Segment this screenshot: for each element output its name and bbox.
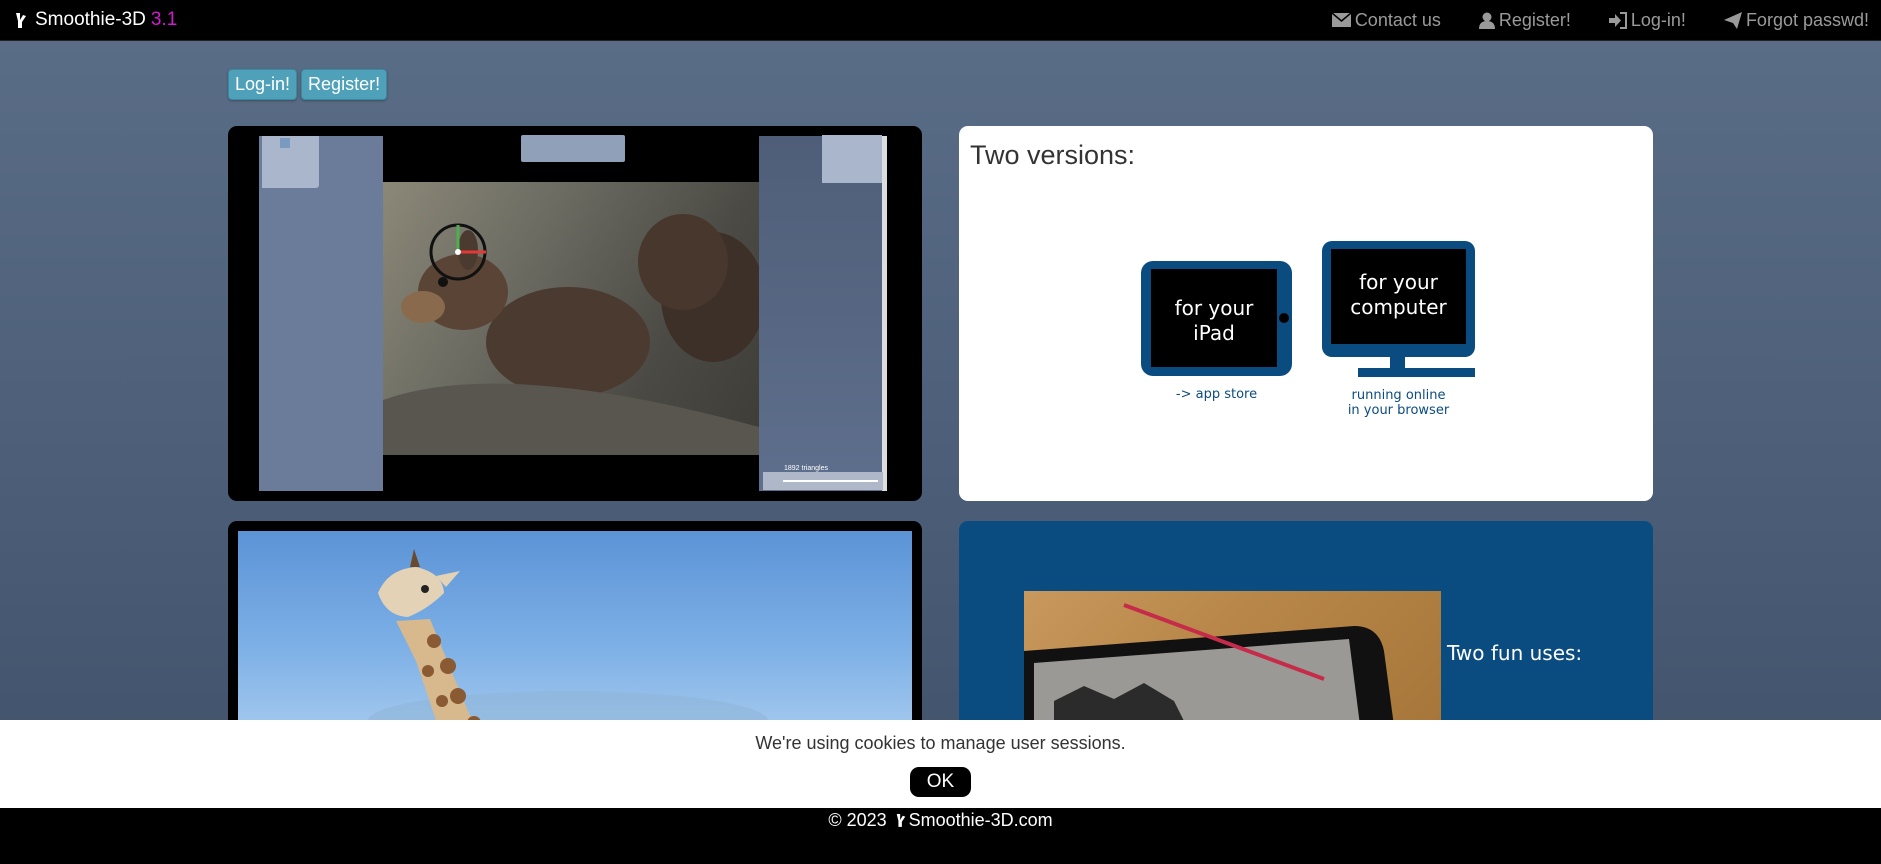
giraffe-preview-card[interactable] (228, 521, 922, 741)
two-versions-card: Two versions: for your iPad -> app store… (959, 126, 1653, 501)
editor-right-panel (759, 136, 887, 491)
fun-uses-title: Two fun uses: (1447, 641, 1583, 665)
auth-buttons: Log-in! Register! (228, 69, 391, 100)
computer-label: for your computer (1331, 270, 1466, 320)
computer-caption-line2: in your browser (1347, 403, 1450, 418)
computer-caption-line1: running online (1351, 388, 1446, 403)
nav-contact-label: Contact us (1354, 9, 1441, 30)
editor-tools-palette[interactable] (822, 135, 882, 183)
ipad-caption[interactable]: -> app store (1141, 387, 1292, 402)
nav-forgot-link[interactable]: Forgot passwd! (1723, 9, 1869, 31)
editor-left-panel (259, 136, 383, 491)
squirrel-illustration (383, 214, 765, 455)
ipad-label-line2: iPad (1193, 321, 1235, 345)
editor-slider-box[interactable] (763, 472, 883, 490)
nav-register-link[interactable]: Register! (1478, 9, 1571, 31)
envelope-icon (1331, 13, 1351, 27)
cookie-message: We're using cookies to manage user sessi… (755, 733, 1126, 753)
editor-top-toolbar[interactable] (521, 135, 625, 162)
brand-link[interactable]: Smoothie-3D 3.1 (14, 9, 177, 31)
ipad-label: for your iPad (1151, 296, 1277, 346)
register-button[interactable]: Register! (301, 69, 388, 100)
nav-forgot-label: Forgot passwd! (1745, 9, 1869, 30)
ipad-label-line1: for your (1174, 296, 1254, 320)
editor-status-text: 1892 triangles (784, 465, 828, 472)
smoothie-logo-icon (896, 814, 905, 827)
login-button[interactable]: Log-in! (228, 69, 298, 100)
editor-thumb-icon (280, 138, 290, 148)
brand-version: 3.1 (150, 9, 178, 30)
smoothie-logo-icon (16, 13, 26, 28)
editor-slider-track (783, 480, 878, 482)
nav-login-label: Log-in! (1630, 9, 1686, 30)
nav-links: Contact us Register! Log-in! Forgot pass… (1294, 0, 1869, 40)
fun-uses-card[interactable]: Two fun uses: (959, 521, 1653, 741)
user-icon (1478, 12, 1495, 29)
computer-label-line2: computer (1350, 295, 1447, 319)
top-navbar: Smoothie-3D 3.1 Contact us Register! Log… (0, 0, 1881, 41)
tablet-illustration (1024, 603, 1396, 741)
cookie-banner: We're using cookies to manage user sessi… (0, 720, 1881, 808)
brand-name: Smoothie-3D (35, 9, 146, 30)
editor-thumbnail-box (262, 136, 319, 188)
squirrel-photo (383, 182, 765, 455)
footer: © 2023 Smoothie-3D.com (0, 808, 1881, 864)
computer-label-line1: for your (1359, 270, 1438, 294)
nav-contact-link[interactable]: Contact us (1331, 9, 1441, 31)
giraffe-illustration (368, 549, 768, 741)
nav-register-label: Register! (1498, 9, 1571, 30)
login-icon (1608, 11, 1627, 29)
computer-caption: running online in your browser (1322, 388, 1475, 418)
editor-scrollbar (882, 136, 887, 491)
footer-copyright: © 2023 (828, 810, 887, 830)
nav-login-link[interactable]: Log-in! (1608, 9, 1686, 31)
tablet-photo (1024, 591, 1441, 741)
cookie-ok-button[interactable]: OK (910, 767, 971, 797)
send-icon (1723, 11, 1742, 29)
devices-illustration (1141, 241, 1475, 377)
giraffe-photo (238, 531, 912, 741)
editor-preview-card[interactable]: 1892 triangles (228, 126, 922, 501)
footer-site-link[interactable]: Smoothie-3D.com (909, 810, 1053, 864)
